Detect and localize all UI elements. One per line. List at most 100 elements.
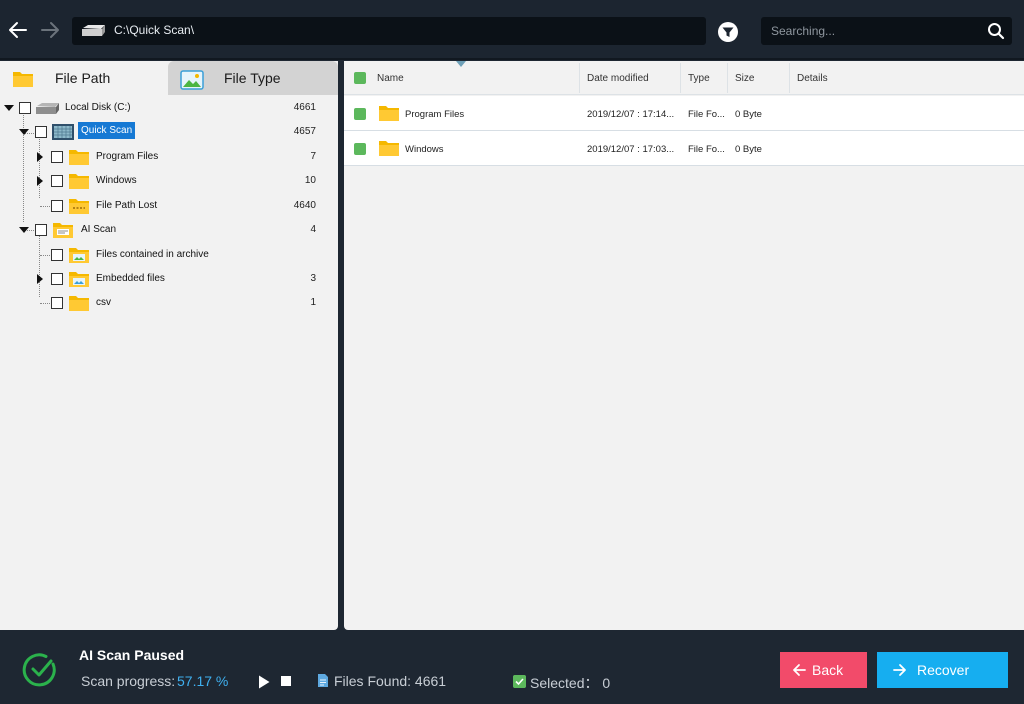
cell-type: File Fo... bbox=[688, 109, 725, 120]
cell-name: Windows bbox=[405, 144, 444, 155]
folder-icon bbox=[69, 296, 89, 311]
file-list-panel: Name Date modified Type Size Details Pro… bbox=[344, 61, 1024, 630]
recover-button[interactable]: Recover bbox=[877, 652, 1008, 688]
search-box bbox=[761, 17, 1012, 45]
tree-checkbox[interactable] bbox=[51, 200, 63, 212]
play-icon[interactable] bbox=[258, 675, 270, 689]
arrow-left-icon bbox=[793, 664, 806, 676]
cell-type: File Fo... bbox=[688, 144, 725, 155]
tree-item-local-disk[interactable]: Local Disk (C:) 4661 bbox=[0, 97, 338, 119]
tree-item-count: 7 bbox=[310, 151, 316, 162]
drive-icon bbox=[82, 25, 105, 36]
column-header-type[interactable]: Type bbox=[688, 73, 710, 84]
scan-progress-value: 57.17 % bbox=[177, 673, 229, 689]
tree-item-label: Program Files bbox=[96, 151, 159, 162]
tree-item-label: File Path Lost bbox=[96, 200, 158, 211]
search-input[interactable] bbox=[761, 17, 981, 45]
column-header-details[interactable]: Details bbox=[797, 73, 828, 84]
top-toolbar: C:\Quick Scan\ bbox=[0, 0, 1024, 60]
tree-item-label: Quick Scan bbox=[78, 122, 136, 139]
tree-checkbox[interactable] bbox=[51, 249, 63, 261]
cell-date: 2019/12/07 : 17:03... bbox=[587, 144, 675, 155]
tree-checkbox[interactable] bbox=[51, 175, 63, 187]
column-header-date[interactable]: Date modified bbox=[587, 73, 649, 84]
column-divider[interactable] bbox=[680, 63, 681, 93]
tab-file-type[interactable]: File Type bbox=[168, 61, 338, 95]
tab-file-type-label: File Type bbox=[224, 70, 281, 86]
column-header-name[interactable]: Name bbox=[377, 73, 404, 84]
check-circle-icon bbox=[22, 653, 56, 687]
back-arrow-icon[interactable] bbox=[6, 18, 30, 42]
cell-size: 0 Byte bbox=[735, 144, 762, 155]
tree-item-windows[interactable]: Windows 10 bbox=[0, 170, 338, 192]
row-checkbox[interactable] bbox=[354, 143, 366, 155]
tree-item-ai-scan[interactable]: AI Scan 4 bbox=[0, 219, 338, 241]
select-all-checkbox[interactable] bbox=[354, 72, 366, 84]
folder-icon bbox=[13, 72, 33, 87]
tab-file-path-label: File Path bbox=[55, 70, 111, 86]
path-text: C:\Quick Scan\ bbox=[114, 23, 195, 37]
tree-item-label: AI Scan bbox=[81, 224, 117, 235]
folder-lost-icon bbox=[69, 199, 89, 214]
image-icon bbox=[180, 70, 204, 90]
tree-checkbox[interactable] bbox=[19, 102, 31, 114]
tree-item-count: 3 bbox=[310, 273, 316, 284]
tree-item-program-files[interactable]: Program Files 7 bbox=[0, 146, 338, 168]
tree-checkbox[interactable] bbox=[51, 273, 63, 285]
collapse-arrow-icon[interactable] bbox=[19, 127, 29, 137]
forward-arrow-icon[interactable] bbox=[38, 18, 62, 42]
column-divider[interactable] bbox=[789, 63, 790, 93]
scan-progress-label: Scan progress: bbox=[81, 673, 176, 689]
back-button-label: Back bbox=[812, 662, 844, 678]
back-button[interactable]: Back bbox=[780, 652, 867, 688]
collapse-arrow-icon[interactable] bbox=[4, 103, 14, 113]
tree-item-label: Local Disk (C:) bbox=[65, 102, 131, 113]
stop-icon[interactable] bbox=[281, 676, 291, 686]
left-panel: File Path File Type Local Disk (C:) 4661… bbox=[0, 61, 338, 630]
tree-item-archive[interactable]: Files contained in archive bbox=[0, 244, 338, 266]
document-icon bbox=[318, 674, 328, 687]
cell-date: 2019/12/07 : 17:14... bbox=[587, 109, 675, 120]
expand-arrow-icon[interactable] bbox=[35, 176, 45, 186]
tree-checkbox[interactable] bbox=[51, 151, 63, 163]
tab-file-path[interactable]: File Path bbox=[0, 61, 168, 95]
search-icon[interactable] bbox=[987, 22, 1005, 40]
archive-folder-icon bbox=[69, 248, 89, 263]
table-row[interactable]: Program Files 2019/12/07 : 17:14... File… bbox=[344, 96, 1024, 131]
scan-status-title: AI Scan Paused bbox=[79, 647, 185, 663]
column-divider[interactable] bbox=[579, 63, 580, 93]
path-bar[interactable]: C:\Quick Scan\ bbox=[72, 17, 706, 45]
folder-icon bbox=[379, 106, 399, 121]
expand-arrow-icon[interactable] bbox=[35, 152, 45, 162]
folder-icon bbox=[69, 174, 89, 189]
row-checkbox[interactable] bbox=[354, 108, 366, 120]
tree-item-quick-scan[interactable]: Quick Scan 4657 bbox=[0, 121, 338, 143]
tree-item-file-path-lost[interactable]: File Path Lost 4640 bbox=[0, 195, 338, 217]
cell-size: 0 Byte bbox=[735, 109, 762, 120]
filter-icon[interactable] bbox=[717, 21, 739, 43]
files-found: Files Found: 4661 bbox=[334, 673, 447, 689]
tree-item-csv[interactable]: csv 1 bbox=[0, 292, 338, 314]
tree-checkbox[interactable] bbox=[35, 126, 47, 138]
scan-chip-icon bbox=[52, 124, 74, 140]
column-divider[interactable] bbox=[727, 63, 728, 93]
table-row[interactable]: Windows 2019/12/07 : 17:03... File Fo...… bbox=[344, 131, 1024, 166]
tree-item-label: Embedded files bbox=[96, 273, 165, 284]
tree-item-count: 4657 bbox=[293, 126, 316, 137]
collapse-arrow-icon[interactable] bbox=[19, 225, 29, 235]
drive-icon bbox=[36, 103, 59, 114]
selected-count: Selected： 0 bbox=[530, 675, 611, 691]
expand-arrow-icon[interactable] bbox=[35, 274, 45, 284]
selected-check-icon bbox=[513, 675, 526, 688]
tree-checkbox[interactable] bbox=[51, 297, 63, 309]
tree-item-embedded-files[interactable]: Embedded files 3 bbox=[0, 268, 338, 290]
table-header: Name Date modified Type Size Details bbox=[344, 61, 1024, 95]
tree-item-count: 4 bbox=[310, 224, 316, 235]
sort-arrow-icon[interactable] bbox=[456, 61, 466, 67]
recover-button-label: Recover bbox=[917, 662, 970, 678]
tree-item-count: 1 bbox=[310, 297, 316, 308]
tree-checkbox[interactable] bbox=[35, 224, 47, 236]
tree-item-label: Windows bbox=[96, 175, 137, 186]
column-header-size[interactable]: Size bbox=[735, 73, 754, 84]
tree-item-label: csv bbox=[96, 297, 111, 308]
